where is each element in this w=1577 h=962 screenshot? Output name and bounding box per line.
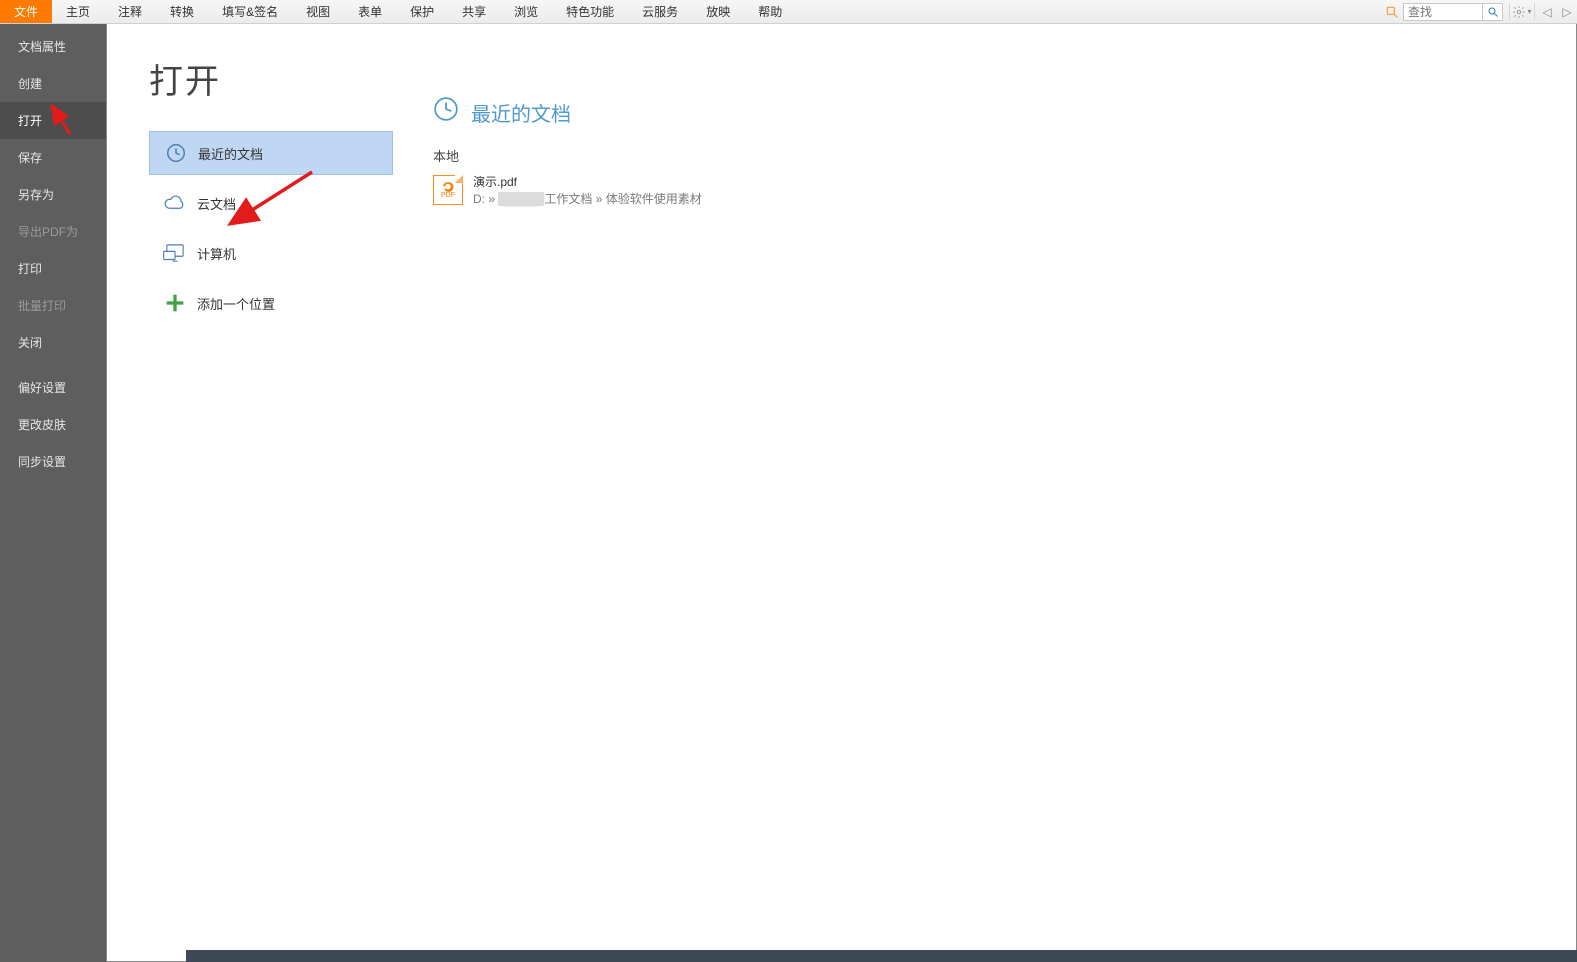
file-menu-sidebar: 文档属性 创建 打开 保存 另存为 导出PDF为 打印 批量打印 关闭 偏好设置… — [0, 24, 106, 962]
sidebar-item-batchprint[interactable]: 批量打印 — [0, 287, 106, 324]
ribbon-tab-fill-sign[interactable]: 填写&签名 — [208, 0, 292, 23]
section-label-local: 本地 — [433, 146, 1566, 165]
ribbon-tab-slideshow[interactable]: 放映 — [692, 0, 744, 23]
recent-file-row[interactable]: PDF 演示.pdf D: » ████工作文档 » 体验软件使用素材 — [433, 171, 1566, 209]
page-search-icon[interactable] — [1383, 3, 1401, 21]
pdf-file-icon: PDF — [433, 175, 463, 205]
recent-header: 最近的文档 — [433, 96, 1566, 128]
sidebar-item-export[interactable]: 导出PDF为 — [0, 213, 106, 250]
ribbon-tab-form[interactable]: 表单 — [344, 0, 396, 23]
ribbon-tab-home[interactable]: 主页 — [52, 0, 104, 23]
file-text: 演示.pdf D: » ████工作文档 » 体验软件使用素材 — [473, 173, 702, 207]
search-input[interactable] — [1403, 3, 1483, 21]
location-recent[interactable]: 最近的文档 — [149, 131, 393, 175]
sidebar-item-save[interactable]: 保存 — [0, 139, 106, 176]
sidebar-gap — [0, 361, 106, 369]
separator — [1534, 3, 1535, 20]
search-area — [1383, 0, 1507, 23]
sidebar-item-sync[interactable]: 同步设置 — [0, 443, 106, 480]
file-path: D: » ████工作文档 » 体验软件使用素材 — [473, 190, 702, 207]
ribbon-tab-protect[interactable]: 保护 — [396, 0, 448, 23]
computer-icon — [161, 241, 189, 265]
ribbon-tab-share[interactable]: 共享 — [448, 0, 500, 23]
sidebar-item-preferences[interactable]: 偏好设置 — [0, 369, 106, 406]
clock-icon — [162, 141, 190, 165]
locations-column: 打开 最近的文档 云文档 — [107, 24, 397, 961]
ribbon-tab-browse[interactable]: 浏览 — [500, 0, 552, 23]
bottom-bar-stub — [186, 950, 1577, 962]
sidebar-item-close[interactable]: 关闭 — [0, 324, 106, 361]
separator — [1509, 3, 1510, 20]
redacted-segment: ████ — [498, 192, 544, 206]
page-title: 打开 — [149, 54, 397, 103]
sidebar-item-print[interactable]: 打印 — [0, 250, 106, 287]
locations-list: 最近的文档 云文档 计算机 — [149, 131, 393, 325]
ribbon-tab-feature[interactable]: 特色功能 — [552, 0, 628, 23]
recent-header-label: 最近的文档 — [471, 98, 571, 127]
ribbon-tab-file[interactable]: 文件 — [0, 0, 52, 23]
ribbon-tab-annotate[interactable]: 注释 — [104, 0, 156, 23]
location-add[interactable]: 添加一个位置 — [149, 281, 393, 325]
cloud-icon — [161, 191, 189, 215]
location-label: 计算机 — [197, 244, 236, 263]
ribbon-tabs: 文件 主页 注释 转换 填写&签名 视图 表单 保护 共享 浏览 特色功能 云服… — [0, 0, 1577, 24]
location-label: 云文档 — [197, 194, 236, 213]
location-label: 最近的文档 — [198, 144, 263, 163]
location-cloud[interactable]: 云文档 — [149, 181, 393, 225]
clock-icon — [433, 96, 459, 128]
nav-next-icon[interactable]: ▷ — [1557, 0, 1577, 23]
sidebar-item-open[interactable]: 打开 — [0, 102, 106, 139]
ribbon-tab-help[interactable]: 帮助 — [744, 0, 796, 23]
sidebar-item-create[interactable]: 创建 — [0, 65, 106, 102]
ribbon-tab-convert[interactable]: 转换 — [156, 0, 208, 23]
search-button[interactable] — [1483, 3, 1503, 21]
gear-icon[interactable]: ▾ — [1512, 0, 1532, 23]
content-area: 打开 最近的文档 云文档 — [106, 24, 1577, 962]
file-name: 演示.pdf — [473, 173, 702, 190]
sidebar-item-saveas[interactable]: 另存为 — [0, 176, 106, 213]
location-computer[interactable]: 计算机 — [149, 231, 393, 275]
ribbon-tab-view[interactable]: 视图 — [292, 0, 344, 23]
sidebar-item-skin[interactable]: 更改皮肤 — [0, 406, 106, 443]
recent-panel: 最近的文档 本地 PDF 演示.pdf D: » ████工作文档 » 体验软件… — [397, 24, 1576, 961]
ribbon-tab-cloud[interactable]: 云服务 — [628, 0, 692, 23]
sidebar-item-docprops[interactable]: 文档属性 — [0, 28, 106, 65]
location-label: 添加一个位置 — [197, 294, 275, 313]
nav-prev-icon[interactable]: ◁ — [1537, 0, 1557, 23]
ribbon-spacer — [796, 0, 1383, 23]
plus-icon — [161, 291, 189, 315]
